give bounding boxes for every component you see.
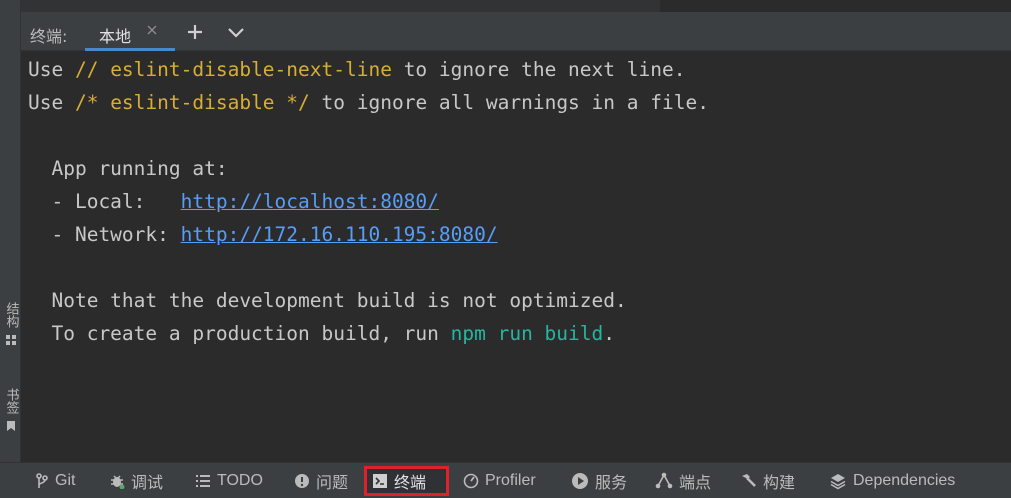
tool-button-label: Dependencies — [853, 472, 956, 489]
terminal-text: // eslint-disable-next-line — [74, 58, 392, 81]
tool-button-label: 构建 — [763, 473, 796, 492]
terminal-text: Use — [28, 91, 75, 114]
terminal-line: - Network: http://172.16.110.195:8080/ — [28, 218, 498, 251]
tool-button-profiler[interactable]: Profiler — [458, 467, 541, 495]
sidebar-item-label: 书签 — [3, 388, 19, 414]
tool-button-services[interactable]: 服务 — [566, 467, 632, 495]
tool-button-label: 终端 — [394, 473, 427, 492]
bottom-tool-bar: Git 调试 TODO 问题 终端 Profiler 服务 端点 构建 Depe… — [0, 462, 1011, 498]
endpoints-icon — [655, 472, 673, 489]
terminal-link[interactable]: http://172.16.110.195:8080/ — [181, 223, 498, 246]
editor-top-right — [660, 0, 1011, 12]
sidebar-item-structure[interactable]: 结构 — [0, 302, 21, 346]
tool-button-label: Profiler — [485, 472, 536, 489]
terminal-text: . — [603, 322, 616, 345]
terminal-text: to ignore all warnings in a file. — [309, 91, 709, 114]
tool-button-label: 问题 — [316, 473, 349, 492]
play-icon — [572, 473, 588, 489]
layers-icon — [830, 474, 846, 490]
tool-button-label: 调试 — [131, 473, 164, 492]
left-tool-strip: 结构 书签 — [0, 0, 21, 462]
tool-button-label: 服务 — [595, 473, 628, 492]
bookmark-icon — [6, 421, 15, 431]
terminal-text: Note that the development build is not o… — [28, 289, 627, 312]
tool-button-endpoints[interactable]: 端点 — [650, 467, 716, 495]
plus-icon[interactable] — [186, 23, 204, 41]
tool-button-debug[interactable]: 调试 — [104, 467, 168, 495]
editor-top-strip — [0, 0, 1011, 12]
list-icon — [196, 475, 210, 487]
terminal-text: Use — [28, 58, 75, 81]
info-icon — [295, 474, 309, 488]
tool-button-dependencies[interactable]: Dependencies — [824, 467, 960, 495]
sidebar-item-label: 结构 — [3, 302, 19, 328]
tool-button-label: Git — [55, 472, 76, 489]
tool-window-title: 终端: — [30, 27, 68, 46]
terminal-tab-bar: 终端: 本地 — [21, 12, 1011, 51]
terminal-text: App running at: — [28, 157, 228, 180]
tool-button-terminal[interactable]: 终端 — [364, 466, 449, 496]
hammer-icon — [742, 474, 756, 487]
terminal-text: - Network: — [28, 223, 181, 246]
terminal-line: - Local: http://localhost:8080/ — [28, 185, 439, 218]
close-icon[interactable] — [145, 23, 159, 37]
terminal-line: App running at: — [28, 152, 228, 185]
profiler-icon — [463, 473, 479, 489]
chevron-down-icon[interactable] — [226, 23, 246, 41]
tab-label: 本地 — [99, 27, 132, 46]
terminal-link[interactable]: http://localhost:8080/ — [181, 190, 439, 213]
terminal-line: Note that the development build is not o… — [28, 284, 627, 317]
structure-icon — [5, 335, 16, 345]
tool-button-git[interactable]: Git — [30, 467, 80, 495]
bug-icon — [111, 475, 125, 489]
terminal-text: - Local: — [28, 190, 181, 213]
terminal-text: npm run build — [450, 322, 604, 345]
tool-button-label: 端点 — [679, 473, 712, 492]
terminal-line: Use // eslint-disable-next-line to ignor… — [28, 53, 685, 86]
tool-button-build[interactable]: 构建 — [734, 467, 800, 495]
sidebar-item-bookmarks[interactable]: 书签 — [0, 388, 21, 432]
terminal-output[interactable]: Use // eslint-disable-next-line to ignor… — [21, 51, 1011, 462]
tool-button-problems[interactable]: 问题 — [289, 467, 353, 495]
terminal-text: /* eslint-disable */ — [74, 91, 310, 114]
terminal-line: To create a production build, run npm ru… — [28, 317, 615, 350]
tab-local[interactable]: 本地 — [85, 12, 175, 51]
editor-top-left — [0, 0, 660, 12]
tool-button-todo[interactable]: TODO — [190, 467, 268, 495]
terminal-icon — [373, 474, 387, 488]
tool-button-label: TODO — [217, 472, 263, 489]
terminal-text: to ignore the next line. — [391, 58, 686, 81]
git-branch-icon — [36, 473, 48, 488]
terminal-text: To create a production build, run — [28, 322, 451, 345]
terminal-line: Use /* eslint-disable */ to ignore all w… — [28, 86, 709, 119]
